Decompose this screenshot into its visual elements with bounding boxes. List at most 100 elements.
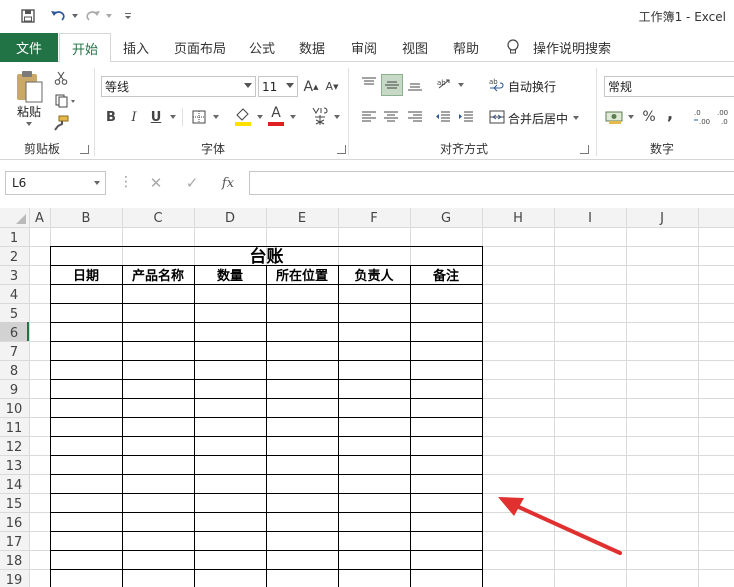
column-header-G[interactable]: G — [441, 211, 451, 226]
row-header-14[interactable]: 14 — [6, 478, 23, 493]
orientation-dropdown-icon[interactable] — [458, 83, 464, 87]
tab-insert[interactable]: 插入 — [116, 33, 156, 62]
underline-dropdown-icon[interactable] — [170, 115, 176, 119]
name-box-dropdown-icon[interactable] — [94, 181, 100, 185]
undo-dropdown-icon[interactable] — [66, 7, 84, 25]
row-header-7[interactable]: 7 — [10, 345, 18, 360]
number-format-combo[interactable]: 常规 — [604, 76, 734, 97]
row-header-18[interactable]: 18 — [6, 554, 23, 569]
align-middle-icon[interactable] — [381, 74, 403, 96]
row-header-3[interactable]: 3 — [10, 269, 18, 284]
name-box[interactable]: L6 — [5, 171, 106, 195]
align-center-icon[interactable] — [381, 107, 401, 127]
underline-button[interactable]: U — [148, 107, 164, 127]
align-right-icon[interactable] — [405, 107, 425, 127]
row-header-8[interactable]: 8 — [10, 364, 18, 379]
row-header-15[interactable]: 15 — [6, 497, 23, 512]
tell-me-search[interactable]: 操作说明搜索 — [532, 33, 612, 62]
merge-center-button[interactable]: 合并后居中 — [508, 110, 568, 127]
merge-dropdown-icon[interactable] — [573, 116, 579, 120]
column-header-D[interactable]: D — [225, 211, 235, 226]
row-header-17[interactable]: 17 — [6, 535, 23, 550]
save-icon[interactable] — [19, 7, 37, 25]
column-header-I[interactable]: I — [588, 211, 592, 226]
header-cell-5[interactable]: 负责人 — [354, 268, 394, 284]
tab-help[interactable]: 帮助 — [448, 33, 484, 62]
undo-icon[interactable] — [49, 7, 67, 25]
tab-data[interactable]: 数据 — [294, 33, 330, 62]
italic-button[interactable]: I — [126, 107, 142, 127]
tab-view[interactable]: 视图 — [397, 33, 433, 62]
font-launcher-icon[interactable] — [337, 145, 346, 154]
clipboard-launcher-icon[interactable] — [80, 145, 89, 154]
format-painter-icon[interactable] — [52, 114, 70, 132]
cancel-icon[interactable]: ✕ — [146, 173, 166, 193]
tab-file[interactable]: 文件 — [0, 33, 58, 62]
tab-home[interactable]: 开始 — [59, 33, 111, 63]
insert-function-icon[interactable]: fx — [218, 173, 238, 193]
fill-color-icon[interactable] — [232, 105, 254, 127]
paste-dropdown-icon[interactable] — [26, 122, 32, 126]
row-header-6[interactable]: 6 — [10, 326, 18, 341]
borders-icon[interactable] — [190, 107, 208, 127]
phonetic-dropdown-icon[interactable] — [334, 115, 340, 119]
orientation-icon[interactable]: ab — [434, 74, 456, 94]
column-header-J[interactable]: J — [659, 211, 664, 226]
row-header-19[interactable]: 19 — [6, 573, 23, 587]
grow-font-button[interactable]: A ▲ — [302, 76, 320, 97]
tab-review[interactable]: 审阅 — [346, 33, 382, 62]
column-header-E[interactable]: E — [298, 211, 306, 226]
header-cell-2[interactable]: 产品名称 — [132, 268, 184, 284]
row-header-13[interactable]: 13 — [6, 459, 23, 474]
bold-button[interactable]: B — [103, 107, 119, 127]
decrease-indent-icon[interactable] — [433, 107, 453, 127]
row-header-1[interactable]: 1 — [10, 231, 18, 246]
row-header-16[interactable]: 16 — [6, 516, 23, 531]
accounting-format-icon[interactable] — [604, 107, 626, 127]
shrink-font-button[interactable]: A ▼ — [323, 76, 341, 97]
row-header-5[interactable]: 5 — [10, 307, 18, 322]
percent-style-button[interactable]: % — [640, 107, 658, 127]
tab-page-layout[interactable]: 页面布局 — [168, 33, 232, 62]
decrease-decimal-icon[interactable]: .00.0 — [716, 106, 734, 128]
font-color-button[interactable]: A — [266, 105, 286, 127]
column-header-C[interactable]: C — [153, 211, 162, 226]
redo-dropdown-icon[interactable] — [100, 7, 118, 25]
enter-icon[interactable]: ✓ — [182, 173, 202, 193]
tab-formulas[interactable]: 公式 — [244, 33, 280, 62]
cut-icon[interactable] — [52, 69, 70, 87]
worksheet-grid[interactable]: ABCDEFGHIJ 12345678910111213141516171819… — [0, 208, 734, 587]
row-header-12[interactable]: 12 — [6, 440, 23, 455]
copy-icon[interactable] — [52, 92, 80, 110]
header-cell-3[interactable]: 数量 — [217, 268, 243, 284]
customize-qat-icon[interactable] — [119, 7, 137, 25]
formula-input[interactable] — [249, 171, 734, 195]
paste-button-label[interactable]: 粘贴 — [14, 103, 44, 120]
column-header-B[interactable]: B — [82, 211, 91, 226]
header-cell-1[interactable]: 日期 — [73, 269, 99, 284]
alignment-launcher-icon[interactable] — [580, 145, 589, 154]
row-header-10[interactable]: 10 — [6, 402, 23, 417]
borders-dropdown-icon[interactable] — [213, 115, 219, 119]
wrap-text-button[interactable]: 自动换行 — [508, 78, 556, 95]
table-title-cell[interactable]: 台账 — [250, 246, 284, 267]
header-cell-6[interactable]: 备注 — [432, 268, 459, 284]
fill-color-dropdown-icon[interactable] — [257, 115, 263, 119]
wrap-text-icon[interactable]: ab — [488, 76, 506, 94]
row-header-11[interactable]: 11 — [6, 421, 23, 436]
increase-indent-icon[interactable] — [456, 107, 476, 127]
font-color-dropdown-icon[interactable] — [290, 115, 296, 119]
column-header-A[interactable]: A — [35, 211, 44, 226]
phonetic-guide-icon[interactable] — [308, 105, 332, 127]
header-cell-4[interactable]: 所在位置 — [276, 268, 328, 284]
row-header-2[interactable]: 2 — [10, 250, 18, 265]
font-name-combo[interactable]: 等线 — [101, 76, 256, 97]
increase-decimal-icon[interactable]: .0.00 — [692, 106, 714, 128]
align-top-icon[interactable] — [359, 74, 379, 94]
row-header-9[interactable]: 9 — [10, 383, 18, 398]
merge-center-icon[interactable] — [488, 108, 506, 126]
align-left-icon[interactable] — [359, 107, 379, 127]
align-bottom-icon[interactable] — [405, 74, 425, 94]
column-header-H[interactable]: H — [513, 211, 523, 226]
comma-style-button[interactable]: , — [663, 103, 677, 123]
